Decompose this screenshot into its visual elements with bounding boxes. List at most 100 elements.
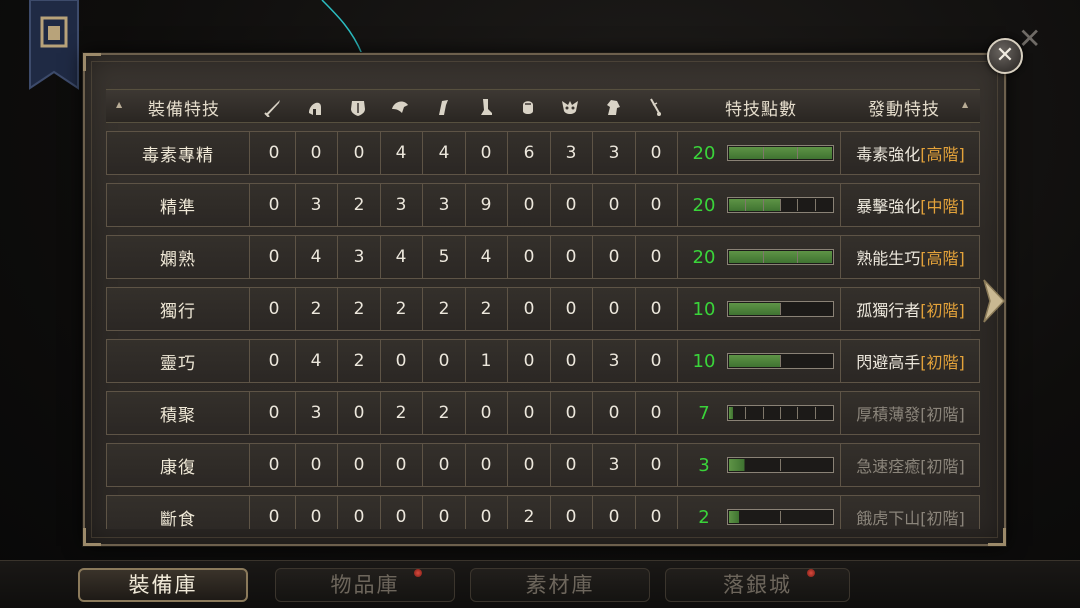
progress-segment: [729, 355, 781, 367]
column-divider: [677, 132, 678, 174]
table-row[interactable]: 毒素專精 0 0 0 4 4 0 6 3 3 0 20 毒素強化 [高階]: [106, 131, 980, 175]
header-points[interactable]: 特技點數: [706, 90, 816, 124]
progress-segment: [729, 407, 747, 419]
guild-banner-icon: [28, 0, 80, 96]
progress-segment: [781, 407, 799, 419]
skill-name: 精準: [107, 184, 250, 226]
table-row[interactable]: 康復 0 0 0 0 0 0 0 0 3 0 3 急速痊癒 [初階]: [106, 443, 980, 487]
piece-value: 0: [438, 507, 450, 527]
skill-progress-bar: [727, 509, 834, 525]
table-row[interactable]: 積聚 0 3 0 2 2 0 0 0 0 0 7 厚積薄發 [初階]: [106, 391, 980, 435]
piece-value: 0: [480, 143, 492, 163]
header-piece-4[interactable]: [423, 90, 463, 124]
piece-value: 0: [310, 455, 322, 475]
piece-value: 0: [395, 351, 407, 371]
piece-value: 0: [608, 299, 620, 319]
piece-value: 0: [523, 351, 535, 371]
header-piece-1[interactable]: [295, 90, 335, 124]
horse-icon: [603, 97, 623, 117]
piece-value: 0: [480, 455, 492, 475]
header-piece-9[interactable]: [635, 90, 675, 124]
piece-value: 2: [438, 403, 450, 423]
table-row[interactable]: 精準 0 3 2 3 3 9 0 0 0 0 20 暴擊強化 [中階]: [106, 183, 980, 227]
background-thread: [321, 0, 363, 55]
column-divider: [337, 496, 338, 529]
tab-materials[interactable]: 素材庫: [470, 566, 650, 602]
piece-value: 2: [395, 299, 407, 319]
piece-value: 4: [395, 143, 407, 163]
table-row[interactable]: 斷食 0 0 0 0 0 0 2 0 0 0 2 餓虎下山 [初階]: [106, 495, 980, 529]
skill-progress-bar: [727, 457, 834, 473]
piece-value: 3: [438, 195, 450, 215]
header-piece-2[interactable]: [338, 90, 378, 124]
piece-value: 0: [353, 455, 365, 475]
piece-value: 0: [650, 247, 662, 267]
tab-items[interactable]: 物品庫: [275, 566, 455, 602]
piece-value: 0: [268, 507, 280, 527]
header-name[interactable]: 裝備特技: [122, 90, 246, 124]
piece-value: 9: [480, 195, 492, 215]
piece-value: 0: [565, 247, 577, 267]
triggered-skill: 孤獨行者 [初階]: [840, 288, 980, 330]
skill-tier: [初階]: [920, 509, 965, 528]
column-divider: [677, 236, 678, 278]
piece-value: 0: [565, 299, 577, 319]
column-divider: [677, 444, 678, 486]
column-divider: [592, 236, 593, 278]
triggered-skill-name: 厚積薄發: [856, 405, 921, 424]
triggered-skill: 餓虎下山 [初階]: [840, 496, 980, 529]
progress-segment: [763, 251, 799, 263]
piece-value: 0: [565, 455, 577, 475]
header-effect[interactable]: 發動特技: [839, 90, 969, 124]
shoulder-icon: [390, 97, 410, 117]
skill-points: 7: [698, 402, 710, 424]
piece-value: 0: [353, 143, 365, 163]
piece-value: 0: [608, 507, 620, 527]
next-page-arrow-icon[interactable]: [980, 278, 1010, 324]
triggered-skill: 厚積薄發 [初階]: [840, 392, 980, 434]
piece-value: 4: [310, 351, 322, 371]
header-piece-3[interactable]: [380, 90, 420, 124]
tab-luoyin-city[interactable]: 落銀城: [665, 566, 850, 602]
column-divider: [422, 236, 423, 278]
chest-icon: [348, 97, 368, 117]
column-divider: [677, 184, 678, 226]
column-divider: [592, 444, 593, 486]
header-piece-5[interactable]: [465, 90, 505, 124]
header-piece-6[interactable]: [508, 90, 548, 124]
piece-value: 3: [310, 403, 322, 423]
column-divider: [337, 288, 338, 330]
column-divider: [337, 444, 338, 486]
piece-value: 3: [310, 195, 322, 215]
skill-tier: [初階]: [920, 301, 965, 320]
piece-value: 0: [650, 455, 662, 475]
triggered-skill-name: 餓虎下山: [856, 509, 921, 528]
piece-value: 0: [395, 507, 407, 527]
piece-value: 0: [523, 455, 535, 475]
header-piece-8[interactable]: [593, 90, 633, 124]
mask-icon: [560, 97, 580, 117]
table-row[interactable]: 嫻熟 0 4 3 4 5 4 0 0 0 0 20 熟能生巧 [高階]: [106, 235, 980, 279]
piece-value: 0: [480, 403, 492, 423]
close-button[interactable]: ✕: [987, 38, 1023, 74]
piece-value: 0: [438, 455, 450, 475]
panel-corner: [83, 53, 101, 71]
column-divider: [507, 288, 508, 330]
table-row[interactable]: 靈巧 0 4 2 0 0 1 0 0 3 0 10 閃避高手 [初階]: [106, 339, 980, 383]
tab-equipment[interactable]: 裝備庫: [78, 566, 248, 602]
skill-name: 積聚: [107, 392, 250, 434]
header-piece-0[interactable]: [253, 90, 293, 124]
skill-name: 獨行: [107, 288, 250, 330]
column-divider: [422, 288, 423, 330]
skill-name: 毒素專精: [107, 132, 250, 174]
progress-segment: [798, 199, 816, 211]
column-divider: [507, 132, 508, 174]
header-piece-7[interactable]: [550, 90, 590, 124]
piece-value: 0: [650, 403, 662, 423]
sort-right-icon[interactable]: ▲: [962, 100, 968, 109]
piece-value: 0: [268, 455, 280, 475]
column-divider: [677, 340, 678, 382]
table-row[interactable]: 獨行 0 2 2 2 2 2 0 0 0 0 10 孤獨行者 [初階]: [106, 287, 980, 331]
arm-icon: [433, 97, 453, 117]
piece-value: 2: [353, 351, 365, 371]
